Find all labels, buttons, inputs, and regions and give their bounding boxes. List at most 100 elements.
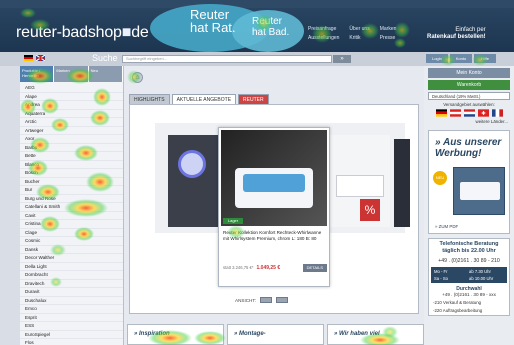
bathtub-image [336,175,384,197]
account-shortcuts: Login Konto Hilfe [426,54,496,63]
brand-list-item[interactable]: Duravit [20,288,123,297]
austria-flag-icon[interactable] [449,109,461,117]
view-grid-button[interactable] [275,297,288,303]
brand-list-item[interactable]: Cristina [20,220,123,229]
banner-inspiration[interactable]: » Inspiration [127,324,224,345]
brand-list-item[interactable]: Barbo [20,144,123,152]
home-icon[interactable]: ⌂ [132,72,143,83]
advert-title-line-1: » Aus unserer [435,137,502,148]
search-label: Suche [92,53,118,63]
brand-list-item[interactable]: Bosch [20,169,123,178]
view-label: ANSICHT: [235,297,256,303]
hours-time-2: ab 10.00 Uhr [469,276,494,281]
search-submit-button[interactable]: » [333,55,351,63]
ratenkauf-promo[interactable]: Einfach per Ratenkauf bestellen! [427,27,486,41]
tab-produkte[interactable]: Produkte / Hersteller [20,66,55,82]
brand-list-item[interactable]: Esprit [20,314,123,322]
details-button[interactable]: DETAILS [302,264,327,272]
login-button[interactable]: Login [426,54,448,63]
extension-orders[interactable]: -220 Auftragsbearbeitung [431,308,507,313]
price-new: 1.049,25 € [256,265,281,271]
link-preisanfrage[interactable]: Preisanfrage [308,26,339,32]
promo-line-2: Ratenkauf bestellen! [427,34,486,40]
brand-list-item[interactable]: Decor Walther [20,254,123,263]
brand-list-item[interactable]: Dansk [20,246,123,254]
link-ueber-uns[interactable]: Über uns [349,26,369,32]
extension-sales[interactable]: -210 Verkauf & Beratung [431,300,507,305]
country-select[interactable]: Deutschland (19% MwSt.) [428,92,510,100]
header-links: Preisanfrage Über uns Marken Ausstellung… [308,26,396,41]
brand-list-item[interactable]: EuroSpiegel [20,331,123,339]
more-countries-link[interactable]: weitere Länder... [424,119,514,124]
site-logo[interactable]: reuter-badshop■de [16,24,149,42]
product-tile-shower[interactable] [168,135,218,227]
link-marken[interactable]: Marken [380,26,397,32]
catalog-cover-image [453,167,505,215]
tab-marken[interactable]: Marken [54,66,89,82]
promo-line-1: Einfach per [455,27,486,33]
featured-product-card[interactable]: Lager Reuter Kollektion Komfort Rechteck… [218,127,330,287]
brand-list-item[interactable]: Arctic [20,118,123,127]
shower-head-image [178,150,206,178]
offer-tabs: HIGHLIGHTS AKTUELLE ANGEBOTE REUTER [129,94,269,104]
tab-neu[interactable]: Neu [88,66,123,82]
brand-sidebar: Produkte / Hersteller Marken Neu AEG Alap… [20,66,124,345]
main-content: ⌂ HIGHLIGHTS AKTUELLE ANGEBOTE REUTER % … [124,66,424,345]
account-header[interactable]: Mein Konto [428,68,510,78]
tab-highlights[interactable]: HIGHLIGHTS [129,94,170,104]
brand-list-item[interactable]: Bucher [20,178,123,186]
tab-aktuelle-angebote[interactable]: AKTUELLE ANGEBOTE [171,94,237,104]
brand-list-item[interactable]: AEG [20,84,123,93]
brand-list-item[interactable]: Dornbracht [20,271,123,280]
link-ausstellungen[interactable]: Ausstellungen [308,35,339,41]
link-kritik[interactable]: Kritik [349,35,369,41]
brand-list-item[interactable]: Flos [20,339,123,345]
netherlands-flag-icon[interactable] [463,109,475,117]
brand-list-item[interactable]: Alape [20,93,123,101]
tab-reuter[interactable]: REUTER [238,94,269,104]
view-carousel-button[interactable] [259,297,272,303]
brand-list-item[interactable]: Bur [20,186,123,195]
brand-list-item[interactable]: Burg und Rose [20,195,123,203]
language-flags [24,55,45,61]
brand-list-item[interactable]: ESS [20,322,123,331]
banner-wir-haben[interactable]: » Wir haben viel [327,324,424,345]
banner-montage[interactable]: » Montage- [227,324,324,345]
account-button[interactable]: Konto [450,54,472,63]
logo-tld: de [131,24,149,41]
brand-list-item[interactable]: Aquaterra [20,110,123,118]
germany-flag-icon[interactable] [435,109,447,117]
france-flag-icon[interactable] [491,109,503,117]
brand-list-item[interactable]: Catellani & Smith [20,203,123,212]
search-input[interactable]: Suchbegriff eingeben... [122,55,332,63]
brand-list-item[interactable]: Blanco [20,161,123,169]
brand-list-item[interactable]: Axor [20,135,123,144]
brand-list-item[interactable]: Emco [20,305,123,314]
logo-dot: ■ [121,24,132,41]
brand-list-item[interactable]: Bette [20,152,123,161]
brand-list-item[interactable]: Cosmic [20,237,123,246]
brand-list-item[interactable]: Artweger [20,127,123,135]
hours-time-1: ab 7.30 Uhr [469,269,491,274]
brand-list-item[interactable]: Cavit [20,212,123,220]
hotline-title: Telefonische Beratung täglich bis 22.00 … [439,241,499,254]
switzerland-flag-icon[interactable] [477,109,489,117]
advert-box[interactable]: » Aus unserer Werbung! NEU » ZUM PDF [428,130,510,234]
german-flag-icon[interactable] [24,55,33,61]
brand-list-item[interactable]: Dravitech [20,280,123,288]
uk-flag-icon[interactable] [36,55,45,61]
brand-list-item[interactable]: Della Light [20,263,123,271]
product-tile-tub-sale[interactable]: % [330,135,390,227]
cart-header[interactable]: Warenkorb [428,80,510,90]
brand-list-item[interactable]: Duschalux [20,297,123,305]
link-presse[interactable]: Presse [380,35,397,41]
help-button[interactable]: Hilfe [474,54,496,63]
product-title[interactable]: Reuter Kollektion Komfort Rechteck-Whirl… [223,230,327,242]
hotline-number[interactable]: +49 . (0)2161 . 30 89 - 210 [431,258,507,264]
brand-list-item[interactable]: Andrea [20,101,123,110]
site-header: reuter-badshop■de Reuter hat Rat. Reuter… [0,0,514,52]
product-tile-far[interactable] [394,139,410,227]
brand-list-item[interactable]: Clage [20,229,123,237]
pdf-link[interactable]: » ZUM PDF [435,224,458,229]
advert-title: » Aus unserer Werbung! [435,137,501,159]
